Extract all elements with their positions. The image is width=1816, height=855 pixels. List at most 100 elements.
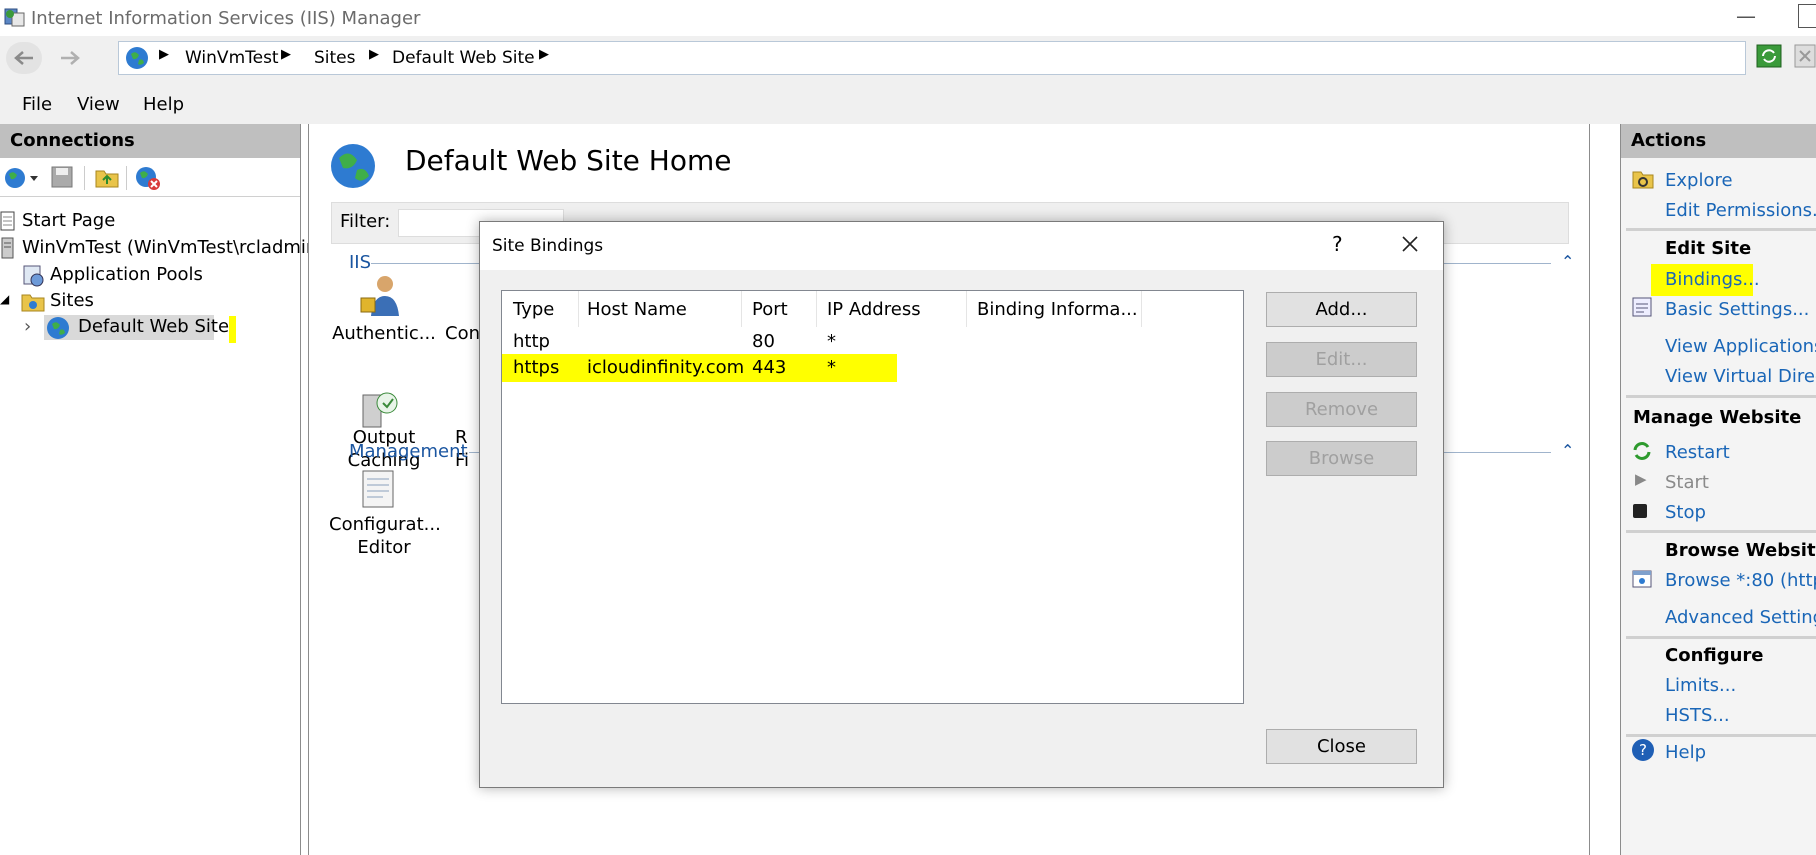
breadcrumb-item-server[interactable]: WinVmTest bbox=[185, 48, 279, 68]
forward-button[interactable] bbox=[52, 42, 88, 74]
authentication-icon bbox=[360, 276, 399, 316]
action-view-applications[interactable]: View Applications bbox=[1665, 336, 1816, 357]
table-row[interactable]: http 80 * bbox=[502, 330, 1243, 356]
add-button[interactable]: Add... bbox=[1266, 292, 1417, 327]
action-bindings[interactable]: Bindings... bbox=[1665, 269, 1760, 290]
stop-icon[interactable] bbox=[1794, 44, 1816, 68]
tree-item-sites[interactable]: Sites bbox=[50, 290, 94, 311]
disconnect-icon[interactable] bbox=[134, 165, 162, 191]
column-binding-info[interactable]: Binding Informa... bbox=[977, 299, 1138, 320]
app-pools-icon bbox=[23, 265, 44, 287]
cell-port: 443 bbox=[752, 357, 787, 378]
back-button[interactable] bbox=[6, 42, 42, 74]
tree-item-server[interactable]: WinVmTest (WinVmTest\rcladmin) bbox=[22, 237, 324, 258]
site-bindings-dialog: Site Bindings ? Type Host Name Port IP A… bbox=[479, 221, 1444, 788]
collapse-iis-icon[interactable]: ⌃ bbox=[1561, 252, 1574, 271]
tree-item-start-page[interactable]: Start Page bbox=[22, 210, 115, 231]
action-hsts[interactable]: HSTS... bbox=[1665, 705, 1730, 726]
collapse-management-icon[interactable]: ⌃ bbox=[1561, 441, 1574, 460]
globe-icon bbox=[126, 47, 148, 69]
sites-folder-icon bbox=[21, 294, 45, 312]
bindings-list[interactable]: Type Host Name Port IP Address Binding I… bbox=[501, 290, 1244, 704]
page-title: Default Web Site Home bbox=[405, 144, 732, 177]
edit-button[interactable]: Edit... bbox=[1266, 342, 1417, 377]
dialog-help-button[interactable]: ? bbox=[1332, 232, 1343, 256]
tree-item-default-site[interactable]: Default Web Site bbox=[44, 315, 229, 340]
tree-item-app-pools[interactable]: Application Pools bbox=[50, 264, 203, 285]
window-title: Internet Information Services (IIS) Mana… bbox=[31, 8, 421, 29]
forward-arrow-icon bbox=[61, 51, 80, 65]
save-icon[interactable] bbox=[50, 165, 74, 189]
section-management: Management bbox=[349, 441, 468, 462]
column-ip-address[interactable]: IP Address bbox=[827, 299, 921, 320]
refresh-icon[interactable] bbox=[1756, 44, 1782, 68]
expand-arrow-icon[interactable]: › bbox=[24, 316, 31, 337]
breadcrumb-separator-icon: ▶ bbox=[539, 47, 549, 62]
collapse-arrow-icon[interactable]: ◢ bbox=[0, 292, 9, 306]
restart-icon bbox=[1633, 442, 1651, 460]
feature-config-editor[interactable]: Configurat... Editor bbox=[329, 513, 441, 559]
column-host-name[interactable]: Host Name bbox=[587, 299, 687, 320]
menu-view[interactable]: View bbox=[77, 94, 120, 115]
remove-button[interactable]: Remove bbox=[1266, 392, 1417, 427]
config-editor-icon bbox=[362, 470, 394, 508]
breadcrumb[interactable]: ▶ WinVmTest ▶ Sites ▶ Default Web Site ▶ bbox=[118, 41, 1746, 75]
group-manage-website: Manage Website bbox=[1633, 407, 1802, 428]
action-advanced-settings[interactable]: Advanced Settings... bbox=[1665, 607, 1816, 628]
action-start: Start bbox=[1665, 472, 1709, 493]
tree-item-default-site-label: Default Web Site bbox=[78, 316, 230, 337]
action-explore[interactable]: Explore bbox=[1665, 170, 1733, 191]
menu-help[interactable]: Help bbox=[143, 94, 184, 115]
filter-label: Filter: bbox=[340, 211, 391, 232]
breadcrumb-item-site[interactable]: Default Web Site bbox=[392, 48, 535, 68]
actions-header: Actions bbox=[1621, 124, 1816, 158]
browse-button[interactable]: Browse bbox=[1266, 441, 1417, 476]
group-configure: Configure bbox=[1665, 645, 1764, 666]
svg-text:?: ? bbox=[1639, 741, 1647, 759]
action-view-virtual-dirs[interactable]: View Virtual Directories bbox=[1665, 366, 1816, 387]
group-browse-website: Browse Website bbox=[1665, 540, 1816, 561]
highlight-marker bbox=[229, 316, 236, 343]
connections-toolbar bbox=[0, 160, 300, 197]
action-browse-80[interactable]: Browse *:80 (http) bbox=[1665, 570, 1816, 591]
action-help[interactable]: Help bbox=[1665, 742, 1706, 763]
folder-up-icon[interactable] bbox=[94, 165, 120, 189]
connect-globe-icon[interactable] bbox=[4, 165, 40, 191]
maximize-button[interactable] bbox=[1798, 4, 1816, 28]
group-edit-site: Edit Site bbox=[1665, 238, 1752, 259]
section-iis: IIS bbox=[349, 252, 372, 273]
action-edit-permissions[interactable]: Edit Permissions... bbox=[1665, 200, 1816, 221]
table-row[interactable]: https icloudinfinity.com 443 * bbox=[502, 354, 897, 382]
column-type[interactable]: Type bbox=[513, 299, 554, 320]
action-limits[interactable]: Limits... bbox=[1665, 675, 1736, 696]
cell-type: https bbox=[513, 357, 560, 378]
connections-pane: Connections Start Page WinVmTest (WinVmT… bbox=[0, 124, 324, 855]
menu-bar: File View Help bbox=[0, 84, 1816, 124]
basic-settings-icon bbox=[1632, 297, 1652, 317]
breadcrumb-separator-icon: ▶ bbox=[281, 47, 291, 62]
help-icon: ? bbox=[1632, 739, 1654, 761]
menu-file[interactable]: File bbox=[22, 94, 52, 115]
column-port[interactable]: Port bbox=[752, 299, 788, 320]
action-stop[interactable]: Stop bbox=[1665, 502, 1706, 523]
start-icon: ▶ bbox=[1635, 470, 1647, 488]
address-bar: ▶ WinVmTest ▶ Sites ▶ Default Web Site ▶ bbox=[0, 36, 1816, 84]
breadcrumb-item-sites[interactable]: Sites bbox=[314, 48, 356, 68]
action-basic-settings[interactable]: Basic Settings... bbox=[1665, 299, 1809, 320]
feature-authentication[interactable]: Authentic... bbox=[329, 322, 439, 345]
cell-port: 80 bbox=[752, 331, 775, 352]
start-page-icon bbox=[0, 211, 15, 231]
breadcrumb-separator-icon: ▶ bbox=[369, 47, 379, 62]
connections-header: Connections bbox=[0, 124, 300, 158]
action-restart[interactable]: Restart bbox=[1665, 442, 1730, 463]
breadcrumb-separator-icon: ▶ bbox=[159, 47, 169, 62]
cell-ip: * bbox=[827, 331, 836, 352]
dialog-close-icon[interactable] bbox=[1400, 234, 1420, 254]
dialog-title-bar: Site Bindings ? bbox=[480, 222, 1443, 270]
close-button[interactable]: Close bbox=[1266, 729, 1417, 764]
actions-pane: Actions Explore Edit Permissions... Edit… bbox=[1620, 124, 1816, 855]
cell-type: http bbox=[513, 331, 550, 352]
minimize-button[interactable]: — bbox=[1736, 4, 1756, 28]
browse-icon bbox=[1632, 570, 1652, 588]
site-globe-icon bbox=[331, 144, 375, 188]
